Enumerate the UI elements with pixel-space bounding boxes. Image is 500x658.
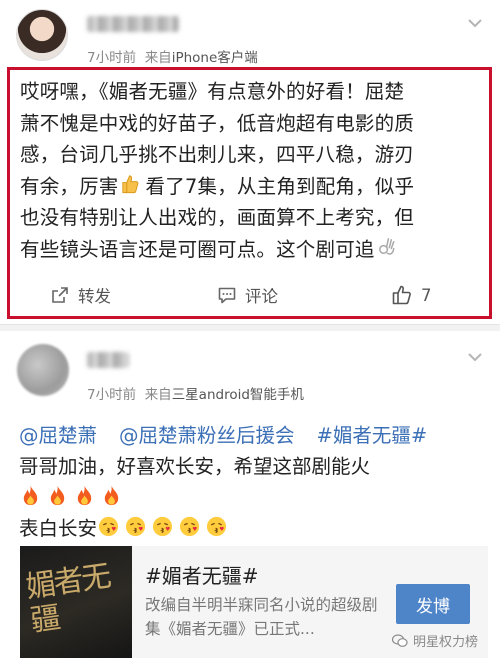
topic-description: 改编自半明半寐同名小说的超级剧集《媚者无疆》已正式...: [145, 596, 378, 638]
chevron-down-icon[interactable]: [466, 348, 484, 366]
like-icon: [392, 285, 411, 305]
like-count: 7: [421, 285, 432, 305]
kiss-emoji: [125, 516, 146, 537]
mention-link[interactable]: @屈楚萧: [19, 424, 97, 447]
fire-emoji-row: [19, 482, 370, 513]
post-line: 哥哥加油，好喜欢长安，希望这部剧能火: [19, 455, 371, 478]
mention-link[interactable]: @屈楚萧粉丝后援会: [119, 424, 295, 447]
fire-emoji: [23, 485, 38, 506]
fire-emoji: [50, 485, 65, 506]
share-label: 转发: [78, 287, 111, 306]
share-icon: [52, 287, 68, 303]
kiss-emoji: [98, 516, 119, 537]
avatar[interactable]: [17, 344, 69, 396]
hashtag-link[interactable]: #媚者无疆#: [317, 424, 428, 447]
avatar[interactable]: [16, 9, 68, 61]
author-name-blurred[interactable]: [87, 352, 129, 368]
fire-emoji: [77, 485, 92, 506]
post-source: iPhone客户端: [171, 50, 258, 66]
post-meta: 7小时前 来自三星android智能手机: [87, 387, 304, 403]
post-line-with-emoji: 表白长安: [19, 513, 370, 544]
kiss-emoji: [152, 516, 173, 537]
topic-thumbnail: 媚者无疆: [20, 546, 132, 658]
wechat-icon: [392, 633, 408, 647]
thumbnail-calligraphy: 媚者无疆: [23, 558, 112, 639]
comment-button[interactable]: 评论: [217, 280, 278, 310]
author-name-blurred[interactable]: [87, 16, 179, 32]
watermark: 明星权力榜: [392, 631, 478, 650]
post-time: 7小时前: [87, 50, 137, 66]
divider: [0, 324, 500, 325]
fire-emoji: [104, 485, 119, 506]
comment-label: 评论: [245, 287, 278, 306]
kiss-emoji: [179, 516, 200, 537]
post-meta: 7小时前 来自iPhone客户端: [87, 50, 258, 66]
post-source: 三星android智能手机: [171, 387, 304, 403]
like-button[interactable]: 7: [391, 280, 432, 310]
share-button[interactable]: 转发: [50, 280, 111, 310]
post-time: 7小时前: [87, 387, 137, 403]
comment-icon: [218, 287, 236, 304]
post-body: 哥哥加油，好喜欢长安，希望这部剧能火 表白长安: [19, 451, 370, 544]
topic-title: #媚者无疆#: [145, 564, 259, 588]
mention-row: @屈楚萧 @屈楚萧粉丝后援会 #媚者无疆#: [19, 419, 449, 448]
post-button[interactable]: 发博: [396, 584, 470, 624]
kiss-emoji: [206, 516, 227, 537]
chevron-down-icon[interactable]: [466, 14, 484, 32]
